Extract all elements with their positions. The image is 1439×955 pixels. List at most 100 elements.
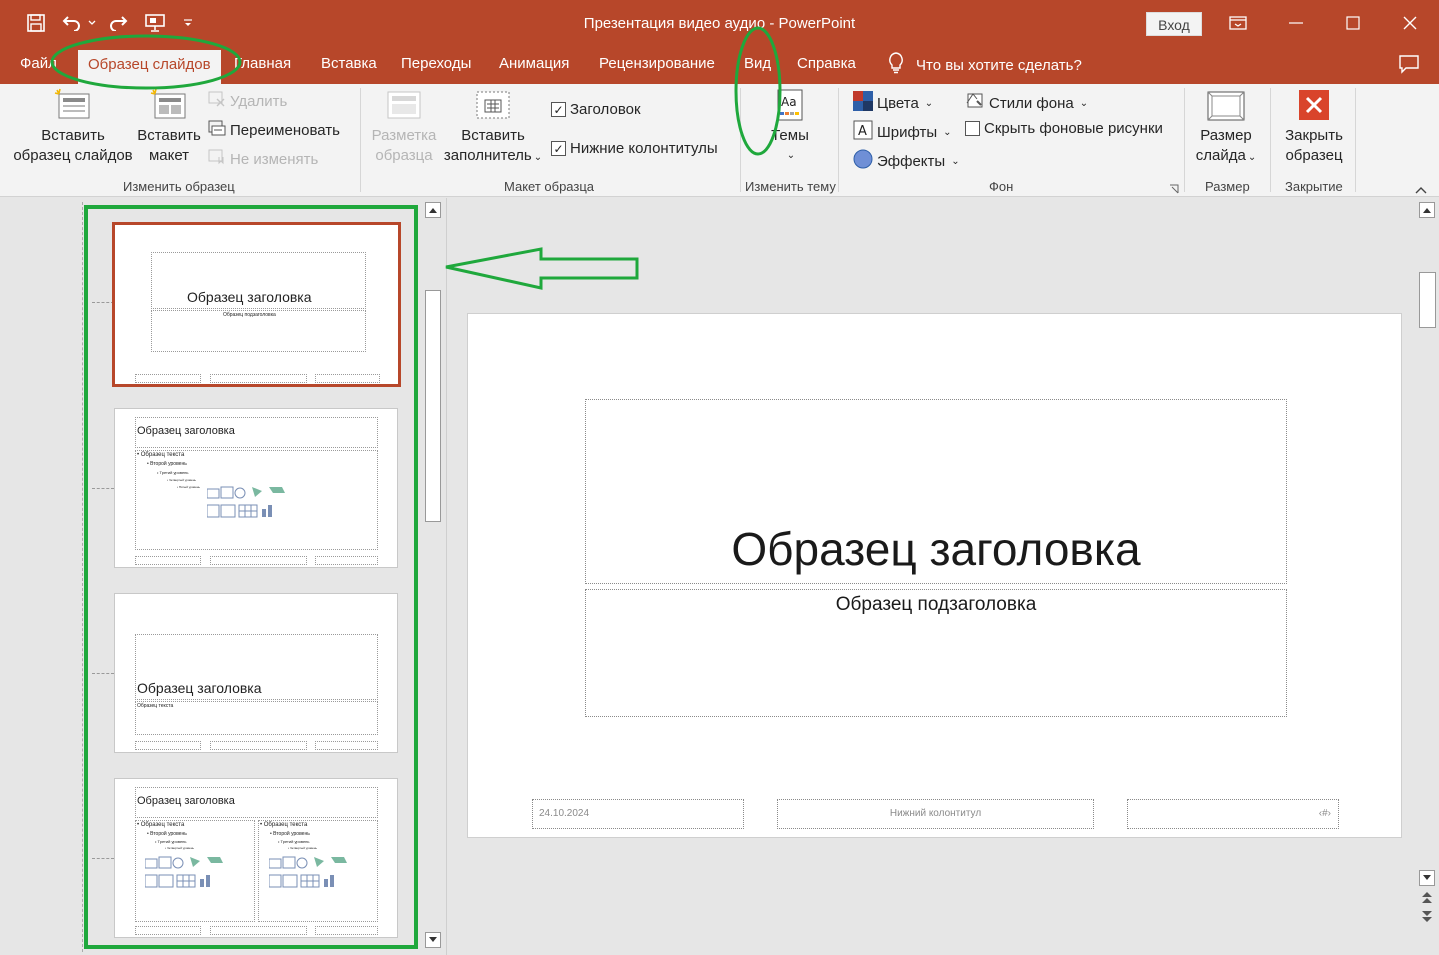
colors-button[interactable]: Цвета ⌄ <box>853 91 933 115</box>
dialog-launcher-icon[interactable] <box>1169 181 1179 199</box>
thumb-body-line: • Пятый уровень <box>177 485 200 489</box>
scroll-down-icon[interactable] <box>425 932 441 948</box>
scroll-up-icon[interactable] <box>425 202 441 218</box>
delete-button[interactable]: Удалить <box>208 91 287 111</box>
comments-icon[interactable] <box>1398 54 1420 79</box>
title-checkbox[interactable]: ✓ Заголовок <box>551 101 641 118</box>
lightbulb-icon <box>888 52 904 78</box>
delete-label: Удалить <box>230 92 288 110</box>
thumb-date-placeholder <box>135 741 201 750</box>
background-styles-label: Стили фона <box>989 94 1074 112</box>
insert-layout-button[interactable]: Вставить макет <box>134 88 204 166</box>
close-window-icon[interactable] <box>1390 8 1430 38</box>
thumbnail-scrollbar[interactable] <box>424 200 442 950</box>
thumb-body-line: • Третий уровень <box>278 839 310 844</box>
close-master-view-button[interactable]: Закрыть образец <box>1278 88 1350 166</box>
tab-review[interactable]: Рецензирование <box>599 55 715 72</box>
thumb-subtitle-text: Образец подзаголовка <box>223 312 276 318</box>
thumbnail-title-content-layout[interactable]: Образец заголовка • Образец текста • Вто… <box>114 408 398 568</box>
scrollbar-thumb[interactable] <box>1419 272 1436 328</box>
slide-subtitle-text[interactable]: Образец подзаголовка <box>585 594 1287 616</box>
slide-scrollbar[interactable] <box>1418 200 1437 935</box>
thumb-footer-placeholder <box>210 741 307 750</box>
group-separator <box>1355 88 1356 192</box>
insert-slide-master-line2: образец слайдов <box>13 147 133 164</box>
footers-checkbox[interactable]: ✓ Нижние колонтитулы <box>551 140 718 157</box>
fonts-button[interactable]: A Шрифты ⌄ <box>853 120 952 144</box>
presentation-start-icon[interactable] <box>142 10 168 36</box>
thumb-body-line: • Второй уровень <box>147 831 187 837</box>
slide-size-icon <box>1206 88 1246 122</box>
hide-background-checkbox[interactable]: Скрыть фоновые рисунки <box>965 120 1163 137</box>
slide-date-text: 24.10.2024 <box>539 808 590 819</box>
slide-master-canvas[interactable]: Образец заголовка Образец подзаголовка 2… <box>467 313 1402 838</box>
title-bar: Презентация видео аудио - PowerPoint Вхо… <box>0 0 1439 46</box>
themes-label: Темы <box>771 127 809 144</box>
insert-layout-icon <box>149 88 189 122</box>
scrollbar-thumb[interactable] <box>425 290 441 522</box>
master-layout-button[interactable]: Разметка образца <box>368 88 440 166</box>
pane-divider[interactable] <box>446 198 447 955</box>
tab-slide-master[interactable]: Образец слайдов <box>78 50 221 84</box>
thumb-body-line: • Четвертый уровень <box>288 846 317 850</box>
maximize-icon[interactable] <box>1333 8 1373 38</box>
close-master-line1: Закрыть <box>1285 127 1343 144</box>
background-styles-icon <box>965 91 985 115</box>
master-layout-icon <box>384 88 424 122</box>
undo-icon[interactable] <box>60 10 84 36</box>
tell-me-search[interactable]: Что вы хотите сделать? <box>888 52 1082 78</box>
thumbnail-title-slide-layout[interactable]: Образец заголовка Образец подзаголовка <box>112 222 401 387</box>
scroll-down-icon[interactable] <box>1419 870 1435 886</box>
tab-home[interactable]: Главная <box>234 55 291 72</box>
svg-text:A: A <box>858 124 867 139</box>
group-label-edit-master: Изменить образец <box>123 179 235 194</box>
thumbnail-section-header-layout[interactable]: Образец заголовка Образец текста <box>114 593 398 753</box>
save-icon[interactable] <box>24 10 48 36</box>
tab-file[interactable]: Файл <box>20 55 57 72</box>
tab-view[interactable]: Вид <box>744 55 771 72</box>
powerpoint-window: { "window": { "title": "Презентация виде… <box>0 0 1439 955</box>
background-styles-button[interactable]: Стили фона ⌄ <box>965 91 1088 115</box>
thumbnail-two-content-layout[interactable]: Образец заголовка • Образец текста • Вто… <box>114 778 398 938</box>
insert-layout-line2: макет <box>148 147 190 164</box>
redo-icon[interactable] <box>106 10 130 36</box>
hide-background-label: Скрыть фоновые рисунки <box>984 120 1163 137</box>
rename-button[interactable]: Переименовать <box>208 120 340 140</box>
group-label-size: Размер <box>1205 179 1250 194</box>
group-label-background: Фон <box>989 179 1014 194</box>
preserve-button[interactable]: Не изменять <box>208 149 318 169</box>
previous-slide-icon[interactable] <box>1420 890 1434 909</box>
thumb-body-line: • Четвертый уровень <box>165 846 194 850</box>
sign-in-button[interactable]: Вход <box>1146 12 1202 36</box>
fonts-label: Шрифты <box>877 123 938 141</box>
chevron-down-icon: ⌄ <box>951 155 960 167</box>
themes-button[interactable]: Aa Темы ⌄ <box>762 88 818 166</box>
next-slide-icon[interactable] <box>1420 910 1434 929</box>
slide-title-text[interactable]: Образец заголовка <box>585 522 1287 576</box>
scroll-up-icon[interactable] <box>1419 202 1435 218</box>
tab-animations[interactable]: Анимация <box>499 55 569 72</box>
effects-icon <box>853 149 873 173</box>
insert-layout-line1: Вставить <box>137 127 201 144</box>
insert-placeholder-button[interactable]: Вставить заполнитель ⌄ <box>438 88 548 168</box>
customize-qat-icon[interactable] <box>180 10 196 36</box>
thumb-number-placeholder <box>315 556 378 565</box>
insert-slide-master-button[interactable]: Вставить образец слайдов <box>10 88 136 166</box>
tab-insert[interactable]: Вставка <box>321 55 377 72</box>
ribbon-tab-bar: Файл Образец слайдов Главная Вставка Пер… <box>0 46 1439 84</box>
effects-button[interactable]: Эффекты ⌄ <box>853 149 960 173</box>
tab-transitions[interactable]: Переходы <box>401 55 471 72</box>
tab-help[interactable]: Справка <box>797 55 856 72</box>
slide-size-button[interactable]: Размер слайда ⌄ <box>1190 88 1262 168</box>
thumb-title-text: Образец заголовка <box>187 289 312 305</box>
thumb-title-text: Образец заголовка <box>137 425 235 437</box>
thumb-footer-placeholder <box>210 556 307 565</box>
ribbon-display-options-icon[interactable] <box>1218 8 1258 38</box>
close-master-icon <box>1297 88 1331 122</box>
colors-label: Цвета <box>877 94 919 112</box>
ribbon: Вставить образец слайдов Вставить макет … <box>0 84 1439 197</box>
minimize-icon[interactable] <box>1276 8 1316 38</box>
undo-dropdown-icon[interactable] <box>86 10 98 36</box>
thumb-body-line: • Второй уровень <box>270 831 310 837</box>
slide-size-line1: Размер <box>1200 127 1252 144</box>
